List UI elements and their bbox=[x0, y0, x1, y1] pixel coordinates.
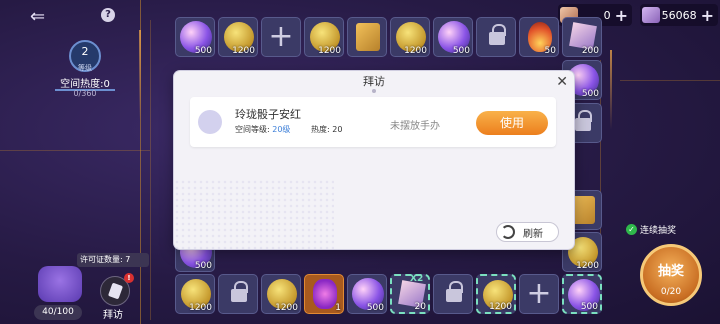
refresh-label: 刷新 bbox=[523, 228, 543, 240]
bag-count: 40/100 bbox=[34, 305, 82, 320]
grid-tile-add[interactable]: + bbox=[261, 17, 301, 57]
currency-gem: 56068 + bbox=[640, 4, 718, 26]
tile-count: 1200 bbox=[318, 46, 341, 56]
level-badge: 2 等级 bbox=[69, 40, 101, 72]
notification-badge: ! bbox=[124, 273, 134, 283]
draw-progress: 0/20 bbox=[660, 287, 682, 297]
lock-icon bbox=[231, 281, 248, 302]
grid-tile-add[interactable]: + bbox=[519, 274, 559, 314]
heat-progress-value: 0/360 bbox=[73, 89, 97, 98]
friend-level-prefix: 空间等级: bbox=[235, 125, 273, 134]
grid-tile-orb[interactable]: 500 bbox=[347, 274, 387, 314]
gem-icon bbox=[642, 7, 660, 23]
tile-count: 1200 bbox=[275, 303, 298, 313]
refresh-icon bbox=[501, 225, 515, 239]
friend-card: 玲珑骰子安红 空间等级: 20级 热度: 20 未摆放手办 使用 bbox=[190, 97, 556, 147]
friend-status: 未摆放手办 bbox=[390, 121, 440, 132]
grid-tile-coin[interactable]: 1200 bbox=[390, 17, 430, 57]
lock-icon bbox=[489, 24, 506, 45]
grid-tile-coin[interactable]: 1200 bbox=[218, 17, 258, 57]
grid-tile-orb[interactable]: 500 bbox=[433, 17, 473, 57]
tile-count: 200 bbox=[581, 46, 599, 56]
close-icon[interactable]: ✕ bbox=[556, 73, 568, 91]
tile-count: 500 bbox=[366, 303, 384, 313]
grid-tile-coin[interactable]: 1200 bbox=[476, 274, 516, 314]
use-button[interactable]: 使用 bbox=[476, 111, 548, 135]
refresh-button[interactable]: 刷新 bbox=[496, 222, 559, 242]
friend-level: 空间等级: 20级 bbox=[235, 124, 290, 135]
friend-level-value: 20级 bbox=[272, 125, 291, 134]
lock-icon bbox=[575, 110, 592, 131]
grid-tile-coin[interactable]: 1200 bbox=[304, 17, 344, 57]
add-icon: + bbox=[526, 276, 552, 311]
book-icon bbox=[571, 196, 595, 224]
tile-count: 1200 bbox=[232, 46, 255, 56]
tile-count: 50 bbox=[544, 46, 556, 56]
feather-icon bbox=[313, 279, 337, 309]
bag-icon[interactable] bbox=[38, 266, 82, 302]
space-heat-label: 空间热度:0 bbox=[60, 79, 110, 90]
tile-count: 1200 bbox=[576, 261, 599, 271]
level-unit: 等级 bbox=[78, 64, 92, 72]
avatar bbox=[198, 110, 222, 134]
add-ticket-button[interactable]: + bbox=[615, 6, 632, 25]
level-number: 2 bbox=[81, 45, 89, 58]
grid-tile-lock[interactable] bbox=[476, 17, 516, 57]
grid-tile-orb[interactable]: 500 bbox=[175, 17, 215, 57]
tile-count: 500 bbox=[581, 89, 599, 99]
dot-pattern-decoration bbox=[174, 179, 334, 249]
tile-count: 1200 bbox=[189, 303, 212, 313]
grid-tile-lock[interactable] bbox=[218, 274, 258, 314]
draw-button[interactable]: 抽奖 0/20 bbox=[640, 244, 702, 306]
tile-count: 1200 bbox=[404, 46, 427, 56]
add-icon: + bbox=[268, 19, 294, 54]
book-icon bbox=[356, 23, 380, 51]
tile-count: 1200 bbox=[489, 302, 512, 312]
grid-tile-box[interactable]: 200 bbox=[562, 17, 602, 57]
grid-tile-lock[interactable] bbox=[433, 274, 473, 314]
add-gem-button[interactable]: + bbox=[701, 6, 718, 25]
grid-tile-coin[interactable]: 1200 bbox=[175, 274, 215, 314]
auto-draw-label: 连续抽奖 bbox=[640, 226, 677, 236]
visit-dialog: 拜访 ✕ 玲珑骰子安红 空间等级: 20级 热度: 20 未摆放手办 使用 刷新 bbox=[174, 71, 574, 249]
lock-icon bbox=[446, 281, 463, 302]
tile-count: 500 bbox=[194, 46, 212, 56]
grid-tile-feather[interactable]: 1 bbox=[304, 274, 344, 314]
permit-count: 许可证数量: 7 bbox=[77, 253, 149, 267]
grid-tile-book[interactable] bbox=[347, 17, 387, 57]
back-arrow-icon[interactable]: ⇐ bbox=[30, 6, 45, 27]
tile-count: 1 bbox=[335, 303, 341, 313]
tile-count: 500 bbox=[580, 302, 598, 312]
dialog-title: 拜访 bbox=[174, 71, 574, 93]
check-icon: ✓ bbox=[626, 224, 637, 235]
auto-draw-toggle[interactable]: ✓ 连续抽奖 bbox=[626, 223, 676, 236]
grid-tile-fire[interactable]: 50 bbox=[519, 17, 559, 57]
grid-tile-coin[interactable]: 1200 bbox=[261, 274, 301, 314]
grid-tile-orb[interactable]: 500 bbox=[562, 274, 602, 314]
multiplier-label: X2 bbox=[410, 274, 424, 284]
friend-name: 玲珑骰子安红 bbox=[235, 108, 301, 121]
tile-count: 500 bbox=[194, 261, 212, 271]
draw-label: 抽奖 bbox=[657, 264, 684, 279]
tile-count: 20 bbox=[414, 302, 426, 312]
visit-label: 拜访 bbox=[103, 310, 123, 321]
tile-count: 500 bbox=[452, 46, 470, 56]
friend-heat: 热度: 20 bbox=[311, 125, 343, 134]
currency-gem-value: 56068 bbox=[661, 8, 697, 22]
help-icon[interactable]: ? bbox=[101, 8, 115, 22]
